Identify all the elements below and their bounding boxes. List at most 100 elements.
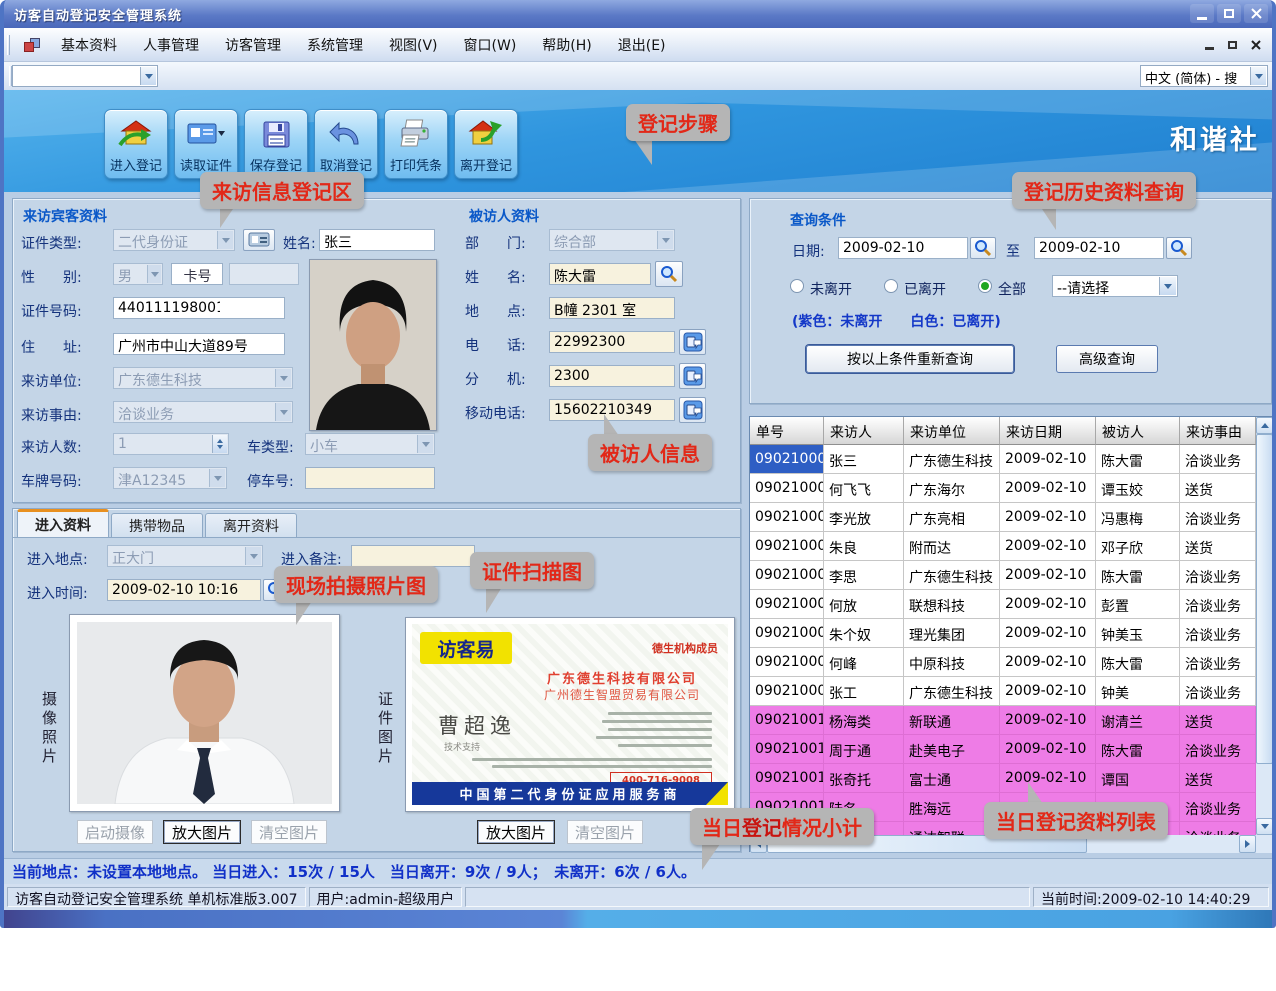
quick-search-combo[interactable] (12, 65, 158, 87)
date-picker-icon[interactable] (970, 237, 996, 259)
call-message-icon[interactable] (679, 363, 706, 389)
table-cell[interactable]: 钟美 (1096, 677, 1180, 706)
table-cell[interactable]: 2009-02-10 (1000, 648, 1096, 677)
table-cell[interactable]: 洽谈业务 (1180, 677, 1256, 706)
restore-icon[interactable] (1217, 4, 1241, 23)
save-register-button[interactable]: 保存登记 (244, 109, 308, 179)
table-cell[interactable]: 钟美玉 (1096, 619, 1180, 648)
mdi-restore-icon[interactable] (1224, 37, 1241, 52)
gender-combo[interactable]: 男 (113, 263, 163, 285)
table-cell[interactable]: 洽谈业务 (1180, 503, 1256, 532)
table-row[interactable]: 090210009张工广东德生科技2009-02-10钟美洽谈业务 (750, 677, 1256, 706)
table-row[interactable]: 090210010杨海类新联通2009-02-10谢清兰送货 (750, 706, 1256, 735)
table-cell[interactable]: 朱良 (824, 532, 904, 561)
clear-photo-button[interactable]: 清空图片 (251, 820, 327, 844)
zoom-photo-button[interactable]: 放大图片 (163, 820, 241, 844)
table-cell[interactable]: 2009-02-10 (1000, 561, 1096, 590)
table-cell[interactable]: 090210009 (750, 677, 824, 706)
entry-location-combo[interactable]: 正大门 (107, 545, 263, 567)
table-cell[interactable]: 2009-02-10 (1000, 735, 1096, 764)
table-cell[interactable]: 谢清兰 (1096, 706, 1180, 735)
table-cell[interactable]: 广东德生科技 (904, 561, 1000, 590)
parking-input[interactable] (305, 467, 435, 489)
advanced-query-button[interactable]: 高级查询 (1056, 345, 1158, 373)
table-cell[interactable]: 090210003 (750, 503, 824, 532)
table-cell[interactable]: 张三 (824, 445, 904, 474)
table-cell[interactable]: 中原科技 (904, 648, 1000, 677)
table-cell[interactable]: 谭国 (1096, 764, 1180, 793)
table-cell[interactable]: 附而达 (904, 532, 1000, 561)
table-row[interactable]: 090210006何放联想科技2009-02-10彭置洽谈业务 (750, 590, 1256, 619)
table-cell[interactable]: 2009-02-10 (1000, 474, 1096, 503)
table-row[interactable]: 090210003李光放广东亮相2009-02-10冯惠梅洽谈业务 (750, 503, 1256, 532)
table-cell[interactable]: 洽谈业务 (1180, 445, 1256, 474)
leave-register-button[interactable]: 离开登记 (454, 109, 518, 179)
date-picker-icon[interactable] (1166, 237, 1192, 259)
column-header[interactable]: 被访人 (1096, 417, 1180, 445)
id-no-input[interactable]: 4401111980010 (113, 297, 285, 319)
table-row[interactable]: 090210005李思广东德生科技2009-02-10陈大雷洽谈业务 (750, 561, 1256, 590)
table-cell[interactable]: 090210011 (750, 735, 824, 764)
table-cell[interactable]: 何飞飞 (824, 474, 904, 503)
table-cell[interactable]: 广东海尔 (904, 474, 1000, 503)
table-cell[interactable]: 联想科技 (904, 590, 1000, 619)
date-to-input[interactable]: 2009-02-10 (1034, 237, 1164, 259)
plate-combo[interactable]: 津A12345 (113, 467, 227, 489)
column-header[interactable]: 单号 (750, 417, 824, 445)
vehicle-type-combo[interactable]: 小车 (305, 433, 435, 455)
read-card-button[interactable]: 读取证件 (174, 109, 238, 179)
visited-name-input[interactable]: 陈大雷 (549, 263, 651, 285)
table-cell[interactable]: 洽谈业务 (1180, 561, 1256, 590)
table-row[interactable]: 090210012张奇托富士通2009-02-10谭国送货 (750, 764, 1256, 793)
menu-hr[interactable]: 人事管理 (143, 35, 199, 55)
menu-help[interactable]: 帮助(H) (542, 35, 591, 55)
menu-basic-data[interactable]: 基本资料 (61, 35, 117, 55)
menu-exit[interactable]: 退出(E) (618, 35, 666, 55)
table-cell[interactable]: 何峰 (824, 648, 904, 677)
entry-time-input[interactable]: 2009-02-10 10:16 (107, 579, 261, 601)
card-reader-icon[interactable] (243, 229, 275, 251)
table-cell[interactable]: 2009-02-10 (1000, 590, 1096, 619)
chevron-down-icon[interactable] (140, 67, 156, 85)
call-message-icon[interactable] (679, 329, 706, 355)
table-cell[interactable]: 彭置 (1096, 590, 1180, 619)
table-cell[interactable]: 090210007 (750, 619, 824, 648)
entry-note-input[interactable] (351, 545, 475, 567)
table-cell[interactable]: 广东德生科技 (904, 445, 1000, 474)
table-cell[interactable]: 2009-02-10 (1000, 764, 1096, 793)
radio-left[interactable] (884, 279, 898, 293)
table-cell[interactable]: 张奇托 (824, 764, 904, 793)
table-cell[interactable]: 090210005 (750, 561, 824, 590)
table-cell[interactable]: 090210010 (750, 706, 824, 735)
scroll-right-icon[interactable] (1239, 835, 1256, 853)
table-cell[interactable]: 陈大雷 (1096, 648, 1180, 677)
table-row[interactable]: 090210002何飞飞广东海尔2009-02-10谭玉姣送货 (750, 474, 1256, 503)
table-cell[interactable]: 洽谈业务 (1180, 735, 1256, 764)
column-header[interactable]: 来访单位 (904, 417, 1000, 445)
table-cell[interactable]: 洽谈业务 (1180, 648, 1256, 677)
close-icon[interactable] (1244, 4, 1268, 23)
scroll-up-icon[interactable] (1256, 417, 1273, 434)
table-cell[interactable]: 090210008 (750, 648, 824, 677)
table-cell[interactable]: 冯惠梅 (1096, 503, 1180, 532)
table-cell[interactable]: 陈大雷 (1096, 735, 1180, 764)
print-slip-button[interactable]: 打印凭条 (384, 109, 448, 179)
mdi-close-icon[interactable] (1247, 37, 1264, 52)
table-cell[interactable]: 2009-02-10 (1000, 619, 1096, 648)
table-cell[interactable]: 富士通 (904, 764, 1000, 793)
table-cell[interactable]: 新联通 (904, 706, 1000, 735)
table-cell[interactable]: 090210006 (750, 590, 824, 619)
table-cell[interactable]: 洽谈业务 (1180, 590, 1256, 619)
reason-combo[interactable]: 洽谈业务 (113, 401, 293, 423)
table-cell[interactable]: 送货 (1180, 532, 1256, 561)
vertical-scrollbar[interactable] (1256, 417, 1273, 835)
menu-view[interactable]: 视图(V) (389, 35, 438, 55)
table-cell[interactable]: 洽谈业务 (1180, 822, 1256, 835)
table-row[interactable]: 090210008何峰中原科技2009-02-10陈大雷洽谈业务 (750, 648, 1256, 677)
vertical-scroll-thumb[interactable] (1256, 434, 1273, 764)
table-row[interactable]: 090210007朱个奴理光集团2009-02-10钟美玉洽谈业务 (750, 619, 1256, 648)
start-camera-button[interactable]: 启动摄像 (77, 820, 153, 844)
enter-register-button[interactable]: 进入登记 (104, 109, 168, 179)
table-cell[interactable]: 杨海类 (824, 706, 904, 735)
column-header[interactable]: 来访日期 (1000, 417, 1096, 445)
